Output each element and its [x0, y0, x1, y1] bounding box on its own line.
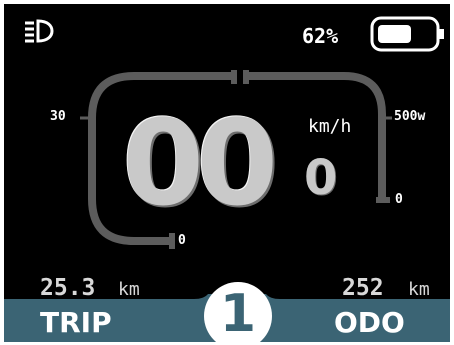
speed-value: 00 — [122, 94, 278, 232]
odo-label[interactable]: ODO — [334, 306, 405, 339]
speed-unit: km/h — [308, 116, 352, 137]
speed-scale-max: 30 — [50, 109, 66, 124]
power-scale-max: 500w — [394, 109, 426, 124]
trip-label[interactable]: TRIP — [40, 306, 112, 339]
speed-decimal: 0 — [304, 150, 338, 206]
assist-level: 1 — [219, 284, 257, 342]
power-scale-min: 0 — [395, 192, 403, 207]
display-screen: 62% 30 0 500w 0 00 0 km/h 25.3 km 252 km… — [4, 4, 450, 342]
speed-scale-min: 0 — [178, 233, 186, 248]
